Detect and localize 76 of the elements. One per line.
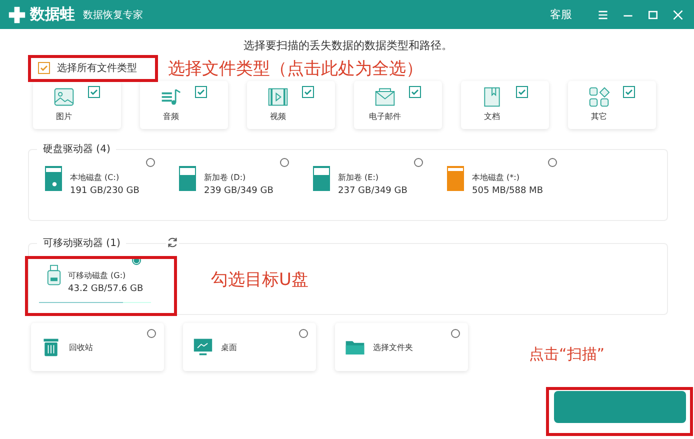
drive-item[interactable]: 新加卷 (D:) 239 GB/349 GB — [179, 158, 289, 196]
trash-can-icon — [41, 337, 61, 357]
file-type-label: 电子邮件 — [369, 111, 401, 122]
drive-item[interactable]: 本地磁盘 (*:) 505 MB/588 MB — [447, 158, 557, 196]
grid-shapes-icon — [588, 86, 610, 108]
file-type-card[interactable]: 视频 — [247, 81, 335, 129]
annotation-text: 点击“扫描” — [529, 344, 605, 364]
file-type-card[interactable]: 文档 — [461, 81, 549, 129]
file-type-label: 音频 — [163, 111, 179, 122]
usb-drive-item[interactable]: 可移动磁盘 (G:) 43.2 GB/57.6 GB — [39, 254, 151, 299]
file-type-card[interactable]: 电子邮件 — [354, 81, 442, 129]
drive-name: 新加卷 (E:) — [338, 172, 380, 183]
checkmark-icon — [39, 63, 49, 73]
drive-capacity: 239 GB/349 GB — [204, 186, 274, 196]
monitor-icon — [193, 337, 213, 357]
annotation-text: 勾选目标U盘 — [211, 269, 308, 291]
location-card[interactable]: 选择文件夹 — [335, 323, 468, 371]
drive-name: 可移动磁盘 (G:) — [68, 270, 127, 281]
file-type-checkbox[interactable] — [88, 86, 100, 98]
drive-radio[interactable] — [146, 158, 155, 167]
file-type-checkbox[interactable] — [409, 86, 421, 98]
file-type-label: 视频 — [270, 111, 286, 122]
location-card[interactable]: 桌面 — [183, 323, 316, 371]
checkmark-icon — [196, 87, 206, 97]
location-radio[interactable] — [299, 329, 308, 338]
file-type-card[interactable]: 其它 — [568, 81, 656, 129]
app-name: 数据蛙 — [30, 5, 75, 24]
drive-capacity: 43.2 GB/57.6 GB — [68, 284, 144, 294]
checkmark-icon — [410, 87, 420, 97]
location-card[interactable]: 回收站 — [31, 323, 164, 371]
location-label: 桌面 — [221, 342, 237, 352]
close-icon[interactable] — [672, 8, 684, 20]
location-label: 选择文件夹 — [373, 342, 413, 352]
drive-radio[interactable] — [414, 158, 423, 167]
checkmark-icon — [89, 87, 99, 97]
refresh-icon[interactable] — [166, 236, 179, 249]
file-type-checkbox[interactable] — [623, 86, 635, 98]
file-type-checkbox[interactable] — [516, 86, 528, 98]
location-label: 回收站 — [69, 342, 93, 352]
location-radio[interactable] — [147, 329, 156, 338]
select-all-checkbox[interactable]: 选择所有文件类型 — [28, 61, 158, 75]
image-icon — [53, 86, 75, 108]
drive-radio[interactable] — [280, 158, 289, 167]
section-title: 硬盘驱动器 (4) — [37, 142, 116, 156]
book-icon — [481, 86, 503, 108]
file-type-label: 图片 — [56, 111, 72, 122]
file-type-card[interactable]: 图片 — [33, 81, 121, 129]
customer-service-link[interactable]: 客服 — [550, 7, 572, 22]
drive-name: 本地磁盘 (C:) — [70, 172, 120, 183]
envelope-icon — [374, 86, 396, 108]
file-type-label: 其它 — [591, 111, 607, 122]
instruction-text: 选择要扫描的丢失数据的数据类型和路径。 — [242, 38, 454, 54]
drive-capacity: 191 GB/230 GB — [70, 186, 140, 196]
drive-item[interactable]: 本地磁盘 (C:) 191 GB/230 GB — [45, 158, 155, 196]
film-icon — [267, 86, 289, 108]
location-radio[interactable] — [451, 329, 460, 338]
file-type-card[interactable]: 音频 — [140, 81, 228, 129]
maximize-icon[interactable] — [647, 8, 659, 20]
checkmark-icon — [303, 87, 313, 97]
menu-icon[interactable] — [597, 8, 609, 20]
usb-drive-icon — [47, 264, 61, 286]
app-subtitle: 数据恢复专家 — [83, 8, 143, 22]
checkmark-icon — [624, 87, 634, 97]
plus-logo-icon — [8, 6, 26, 24]
annotation-text: 选择文件类型（点击此处为全选） — [168, 58, 423, 80]
file-type-checkbox[interactable] — [195, 86, 207, 98]
drive-capacity: 505 MB/588 MB — [472, 186, 543, 196]
drive-name: 新加卷 (D:) — [204, 172, 247, 183]
drive-capacity: 237 GB/349 GB — [338, 186, 408, 196]
checkmark-icon — [517, 87, 527, 97]
file-type-checkbox[interactable] — [302, 86, 314, 98]
section-title: 可移动驱动器 (1) — [37, 236, 126, 250]
drive-item[interactable]: 新加卷 (E:) 237 GB/349 GB — [313, 158, 423, 196]
drive-name: 本地磁盘 (*:) — [472, 172, 520, 183]
drive-radio[interactable] — [548, 158, 557, 167]
file-type-label: 文档 — [484, 111, 500, 122]
